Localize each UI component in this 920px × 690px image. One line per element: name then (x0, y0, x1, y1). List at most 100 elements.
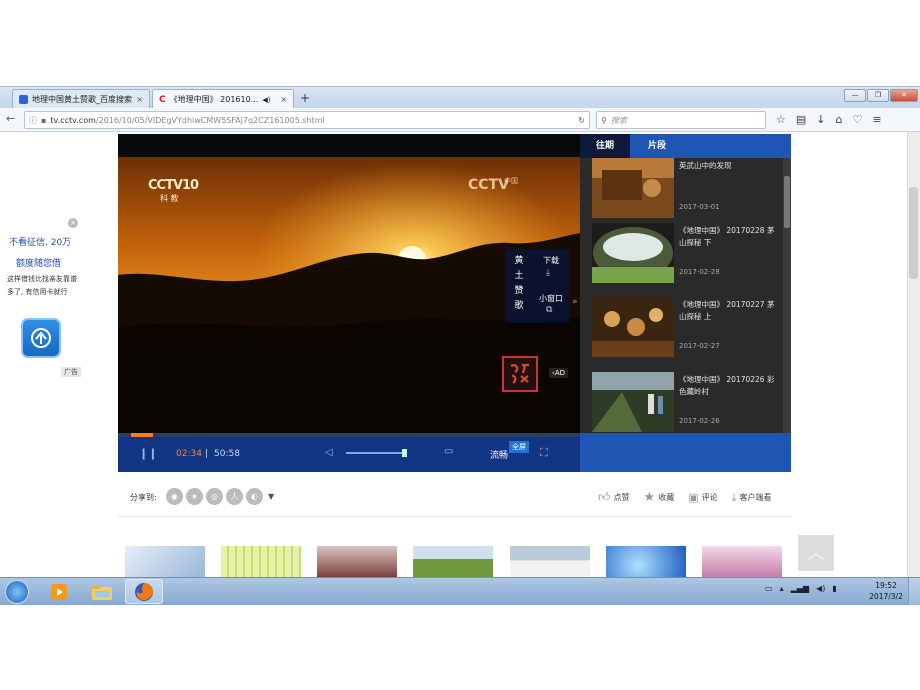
mini-window-icon[interactable]: ⧉ (546, 305, 552, 315)
like-button[interactable]: 👍︎ 点赞 (598, 490, 630, 505)
reading-list-icon[interactable]: ▤ (796, 113, 806, 126)
related-video-thumbnail[interactable] (413, 546, 493, 578)
current-time: 02:34 (176, 449, 202, 459)
episode-thumbnail[interactable] (592, 372, 674, 432)
back-to-top-button[interactable]: ︿ (798, 535, 834, 571)
tab-clips[interactable]: 片段 (630, 134, 684, 158)
screenshot-icon[interactable]: ▭ (444, 446, 453, 457)
menu-icon[interactable]: ≡ (872, 113, 881, 126)
browser-tab-bar: 地理中国黄土赞歌_百度搜索 × C 《地理中国》 201610... ◀) × … (0, 86, 920, 109)
thumbs-up-icon: 👍︎ (598, 490, 611, 504)
list-item[interactable]: 《地理中国》 20170226 彩色藏岭村 2017-02-26 (592, 372, 777, 442)
browser-nav-bar: ← ⓘ ▪ tv.cctv.com/2016/10/05/VIDEgVYdhiw… (0, 108, 920, 132)
volume-knob[interactable] (402, 449, 407, 457)
tray-expand-icon[interactable]: ▴ (780, 584, 784, 593)
episode-date: 2017-02-28 (679, 268, 720, 276)
download-button[interactable]: 下载 (543, 255, 559, 266)
page-scroll-thumb[interactable] (909, 187, 918, 279)
power-icon[interactable]: ▮ (832, 584, 836, 593)
playlist-scroll-thumb[interactable] (784, 176, 790, 228)
mini-window-button[interactable]: 小窗口 (539, 293, 563, 304)
share-label: 分享到: (130, 493, 157, 502)
episode-title[interactable]: 《地理中国》 20170228 茅山探秘 下 (679, 225, 779, 249)
volume-icon[interactable]: ◀) (816, 584, 825, 593)
related-video-thumbnail[interactable] (221, 546, 301, 578)
comment-button[interactable]: ▣ 评论 (688, 491, 717, 504)
episode-title[interactable]: 《地理中国》 20170226 彩色藏岭村 (679, 374, 779, 398)
volume-icon[interactable]: ◁ (325, 447, 333, 458)
episode-thumbnail[interactable] (592, 158, 674, 218)
pocket-icon[interactable]: ♡ (852, 113, 862, 126)
search-input[interactable]: ⚲ 搜索 (596, 111, 766, 129)
fullscreen-icon[interactable]: ⛶ (540, 446, 548, 460)
new-tab-button[interactable]: + (300, 91, 310, 105)
wechat-icon[interactable]: ◎ (206, 488, 223, 505)
info-icon[interactable]: ⓘ (29, 115, 37, 126)
reload-icon[interactable]: ↻ (578, 116, 585, 125)
downloads-icon[interactable]: ↓ (816, 113, 825, 126)
video-actions: 👍︎ 点赞 ★ 收藏 ▣ 评论 ⤓ 客户端看 (598, 490, 771, 505)
ad-app-icon[interactable] (21, 318, 61, 358)
favorite-button[interactable]: ★ 收藏 (644, 490, 675, 505)
tab-title: 地理中国黄土赞歌_百度搜索 (32, 95, 132, 104)
collapse-panel-icon[interactable]: » (572, 297, 578, 307)
close-tab-icon[interactable]: × (280, 95, 287, 104)
tab-baidu-search[interactable]: 地理中国黄土赞歌_百度搜索 × (12, 89, 150, 109)
media-player-taskbar-button[interactable] (40, 579, 78, 604)
weibo-icon[interactable]: ◉ (166, 488, 183, 505)
ad-headline[interactable]: 不看征信, 20万 (9, 235, 71, 248)
close-tab-icon[interactable]: × (136, 95, 143, 104)
window-close-button[interactable]: ✕ (890, 89, 918, 102)
minimize-button[interactable]: — (844, 89, 866, 102)
list-item[interactable]: 《地理中国》 20170228 茅山探秘 下 2017-02-28 (592, 223, 777, 293)
episode-thumbnail[interactable] (592, 297, 674, 357)
episode-date: 2017-02-27 (679, 342, 720, 350)
list-item[interactable]: 《地理中国》 20170227 茅山探秘 上 2017-02-27 (592, 297, 777, 367)
restore-button[interactable]: ❐ (867, 89, 889, 102)
related-video-thumbnail[interactable] (317, 546, 397, 578)
address-bar[interactable]: ⓘ ▪ tv.cctv.com/2016/10/05/VIDEgVYdhiwCM… (24, 111, 590, 129)
show-desktop-button[interactable] (908, 578, 920, 605)
related-video-thumbnail[interactable] (125, 546, 205, 578)
download-icon[interactable]: ⤓ (546, 268, 550, 278)
related-video-thumbnail[interactable] (606, 546, 686, 578)
section-divider (118, 516, 791, 517)
ad-close-icon[interactable]: × (68, 218, 78, 228)
home-icon[interactable]: ⌂ (836, 113, 843, 126)
tab-past-episodes[interactable]: 往期 (580, 134, 630, 158)
client-watch-button[interactable]: ⤓ 客户端看 (732, 491, 772, 505)
file-explorer-taskbar-button[interactable] (83, 579, 121, 604)
tab-cctv-video[interactable]: C 《地理中国》 201610... ◀) × (152, 89, 294, 109)
ad-subheadline[interactable]: 额度随您借 (16, 256, 61, 269)
ad-label: 广告 (61, 367, 81, 377)
more-share-dropdown-icon[interactable]: ▼ (268, 492, 274, 501)
bookmark-star-icon[interactable]: ☆ (776, 113, 786, 126)
renren-icon[interactable]: 人 (226, 488, 243, 505)
cctv-watermark-sub: 中国 (504, 177, 518, 185)
keyboard-icon[interactable]: ▭ (765, 584, 773, 593)
volume-slider[interactable] (346, 452, 406, 454)
related-video-thumbnail[interactable] (702, 546, 782, 578)
cctv-watermark: CCTV (468, 177, 509, 193)
related-video-thumbnail[interactable] (510, 546, 590, 578)
start-button-windows-icon[interactable] (5, 580, 29, 604)
taskbar-clock[interactable]: 19:52 2017/3/2 (866, 580, 906, 602)
baidu-favicon-icon (19, 95, 28, 104)
like-label: 点赞 (613, 493, 630, 502)
back-arrow-icon[interactable]: ← (6, 112, 15, 125)
ad-body-text[interactable]: 这样借钱比找亲友靠谱多了, 有信用卡就行 (7, 273, 77, 299)
firefox-taskbar-button[interactable] (125, 579, 163, 604)
program-seal-logo (502, 356, 538, 392)
episode-title[interactable]: 《地理中国》 20170227 茅山探秘 上 (679, 299, 779, 323)
network-icon[interactable]: ▂▄▆ (791, 584, 809, 593)
pause-icon[interactable]: ❙❙ (139, 447, 157, 460)
list-item[interactable]: 英武山中的发现 2017-03-01 (592, 158, 777, 228)
tab-title: 《地理中国》 201610... (169, 95, 259, 104)
episode-title[interactable]: 英武山中的发现 (679, 160, 779, 172)
episode-thumbnail[interactable] (592, 223, 674, 283)
ad-badge: ‹AD (549, 368, 568, 378)
qq-icon[interactable]: ◐ (246, 488, 263, 505)
cctv-favicon-icon: C (159, 94, 166, 105)
qzone-icon[interactable]: ★ (186, 488, 203, 505)
quality-selector[interactable]: 流畅 (490, 448, 508, 461)
